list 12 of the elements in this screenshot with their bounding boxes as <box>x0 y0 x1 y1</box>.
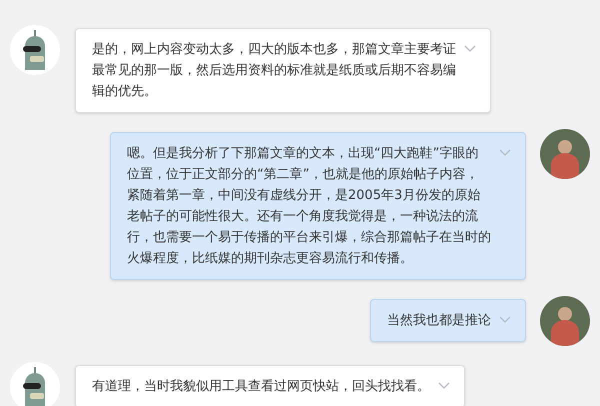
chevron-down-icon[interactable] <box>438 382 450 390</box>
message-text: 有道理，当时我貌似用工具查看过网页快站，回头找找看。 <box>92 378 430 396</box>
message-text: 是的，网上内容变动太多，四大的版本也多，那篇文章主要考证最常见的那一版，然后选用资料的标准就是纸质或后期不容易编辑的优先。 <box>92 41 456 101</box>
chevron-down-icon[interactable] <box>499 316 511 324</box>
chevron-down-icon[interactable] <box>499 149 511 157</box>
robot-icon <box>22 30 48 70</box>
person-icon <box>548 304 582 346</box>
message-text: 嗯。但是我分析了下那篇文章的文本，出现“四大跑鞋”字眼的位置，位于正文部分的“第二章”，也就是他的原始帖子内容，紧随着第一章，中间没有虚线分开，是2005年3月份发的原始老帖子的可能性很大。还有一个角度我觉得是，一种说法的流行，也需要一个易于传播的平台来引爆，综合那篇帖子在当时的火爆程度，比纸媒的期刊杂志更容易流行和传播。 <box>127 145 491 268</box>
message-text: 当然我也都是推论 <box>387 312 491 330</box>
robot-icon <box>22 367 48 406</box>
person-icon <box>548 137 582 179</box>
chevron-down-icon[interactable] <box>464 45 476 53</box>
